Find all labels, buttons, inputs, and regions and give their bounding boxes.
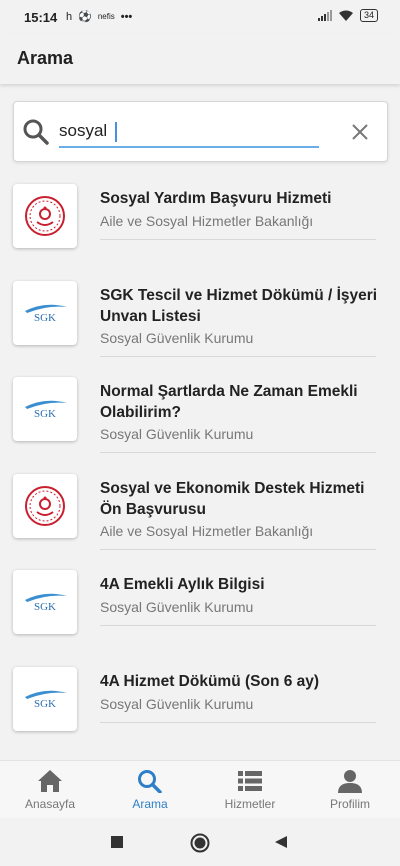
item-title: 4A Emekli Aylık Bilgisi: [100, 576, 265, 593]
divider: [100, 625, 376, 626]
service-logo: SGK: [13, 666, 77, 731]
item-subtitle: Sosyal Güvenlik Kurumu: [100, 599, 254, 615]
list-icon: [238, 771, 262, 791]
close-icon[interactable]: [351, 123, 369, 141]
back-icon[interactable]: [274, 835, 288, 849]
list-item[interactable]: SGK 4A Hizmet Dökümü (Son 6 ay) Sosyal G…: [0, 659, 400, 756]
service-logo: SGK: [13, 280, 77, 345]
nav-label: Arama: [132, 797, 168, 811]
item-subtitle: Sosyal Güvenlik Kurumu: [100, 426, 254, 442]
divider: [100, 452, 376, 453]
wifi-icon: [338, 10, 353, 21]
nav-item-hizmetler[interactable]: Hizmetler: [200, 761, 300, 819]
list-item[interactable]: SGK 4A Emekli Aylık Bilgisi Sosyal Güven…: [0, 562, 400, 659]
ministry-logo-icon: [25, 485, 65, 526]
text-cursor: [115, 121, 118, 142]
list-item[interactable]: Sosyal ve Ekonomik Destek Hizmeti Ön Baş…: [0, 466, 400, 563]
item-title: Sosyal ve Ekonomik Destek Hizmeti Ön Baş…: [100, 479, 365, 518]
status-bar: 15:14 h ⚽ nefis ••• 34: [0, 0, 400, 34]
person-icon: [338, 770, 362, 793]
home-icon: [38, 770, 62, 792]
item-subtitle: Aile ve Sosyal Hizmetler Bakanlığı: [100, 213, 314, 229]
bottom-nav: Anasayfa Arama Hizmetler Profilim: [0, 760, 400, 819]
list-item[interactable]: SGK SGK Tescil ve Hizmet Dökümü / İşyeri…: [0, 273, 400, 370]
nav-item-profilim[interactable]: Profilim: [300, 761, 400, 819]
search-icon: [138, 770, 162, 793]
nav-label: Anasayfa: [24, 797, 76, 811]
divider: [100, 239, 376, 240]
item-title: Sosyal Yardım Başvuru Hizmeti: [100, 190, 332, 207]
notification-icon-nefis: nefis: [97, 12, 115, 21]
service-logo: SGK: [13, 570, 77, 634]
search-input-value: sosyal: [59, 121, 108, 140]
search-input[interactable]: sosyal: [59, 116, 319, 148]
sgk-logo-icon: SGK: [25, 400, 67, 420]
sgk-logo-icon: SGK: [25, 304, 67, 324]
sgk-logo-text: SGK: [34, 601, 56, 613]
status-time: 15:14: [24, 10, 58, 25]
battery-icon: 34: [359, 9, 378, 22]
item-subtitle: Sosyal Güvenlik Kurumu: [100, 695, 254, 712]
notification-more: •••: [120, 10, 133, 23]
item-subtitle: Sosyal Güvenlik Kurumu: [100, 329, 254, 346]
sgk-logo-icon: SGK: [25, 593, 67, 613]
status-right: 34: [317, 9, 378, 22]
list-item[interactable]: SGK Normal Şartlarda Ne Zaman Emekli Ola…: [0, 369, 400, 466]
divider: [100, 355, 376, 357]
sgk-logo-text: SGK: [34, 698, 56, 710]
signal-icon: [317, 10, 332, 21]
divider: [100, 548, 376, 550]
nav-item-anasayfa[interactable]: Anasayfa: [0, 761, 100, 819]
home-circle-icon[interactable]: [190, 833, 210, 853]
nav-label: Profilim: [329, 797, 370, 811]
notification-icon-h: h: [66, 10, 73, 23]
item-title: Normal Şartlarda Ne Zaman Emekli Olabili…: [100, 383, 358, 421]
app-bar: Arama: [0, 34, 400, 84]
search-icon: [23, 119, 49, 145]
system-nav-bar: [0, 818, 400, 866]
recents-icon[interactable]: [110, 835, 124, 849]
notification-icons: h ⚽ nefis •••: [66, 10, 133, 24]
ministry-logo-icon: [25, 196, 65, 236]
service-logo: [13, 184, 77, 248]
search-box: sosyal: [13, 101, 388, 162]
item-title: 4A Hizmet Dökümü (Son 6 ay): [100, 672, 320, 690]
divider: [100, 721, 376, 723]
nav-label: Hizmetler: [224, 797, 276, 811]
item-title: SGK Tescil ve Hizmet Dökümü / İşyeri Unv…: [100, 286, 378, 325]
sgk-logo-icon: SGK: [25, 690, 67, 710]
page-title: Arama: [17, 48, 74, 68]
sgk-logo-text: SGK: [34, 312, 56, 324]
item-subtitle: Aile ve Sosyal Hizmetler Bakanlığı: [100, 522, 314, 539]
nav-item-arama[interactable]: Arama: [100, 761, 200, 819]
service-logo: [13, 473, 77, 538]
sgk-logo-text: SGK: [34, 408, 56, 420]
service-logo: SGK: [13, 377, 77, 441]
notification-icon-ball: ⚽: [78, 11, 92, 23]
list-item[interactable]: Sosyal Yardım Başvuru Hizmeti Aile ve So…: [0, 176, 400, 273]
results-list: Sosyal Yardım Başvuru Hizmeti Aile ve So…: [0, 176, 400, 755]
